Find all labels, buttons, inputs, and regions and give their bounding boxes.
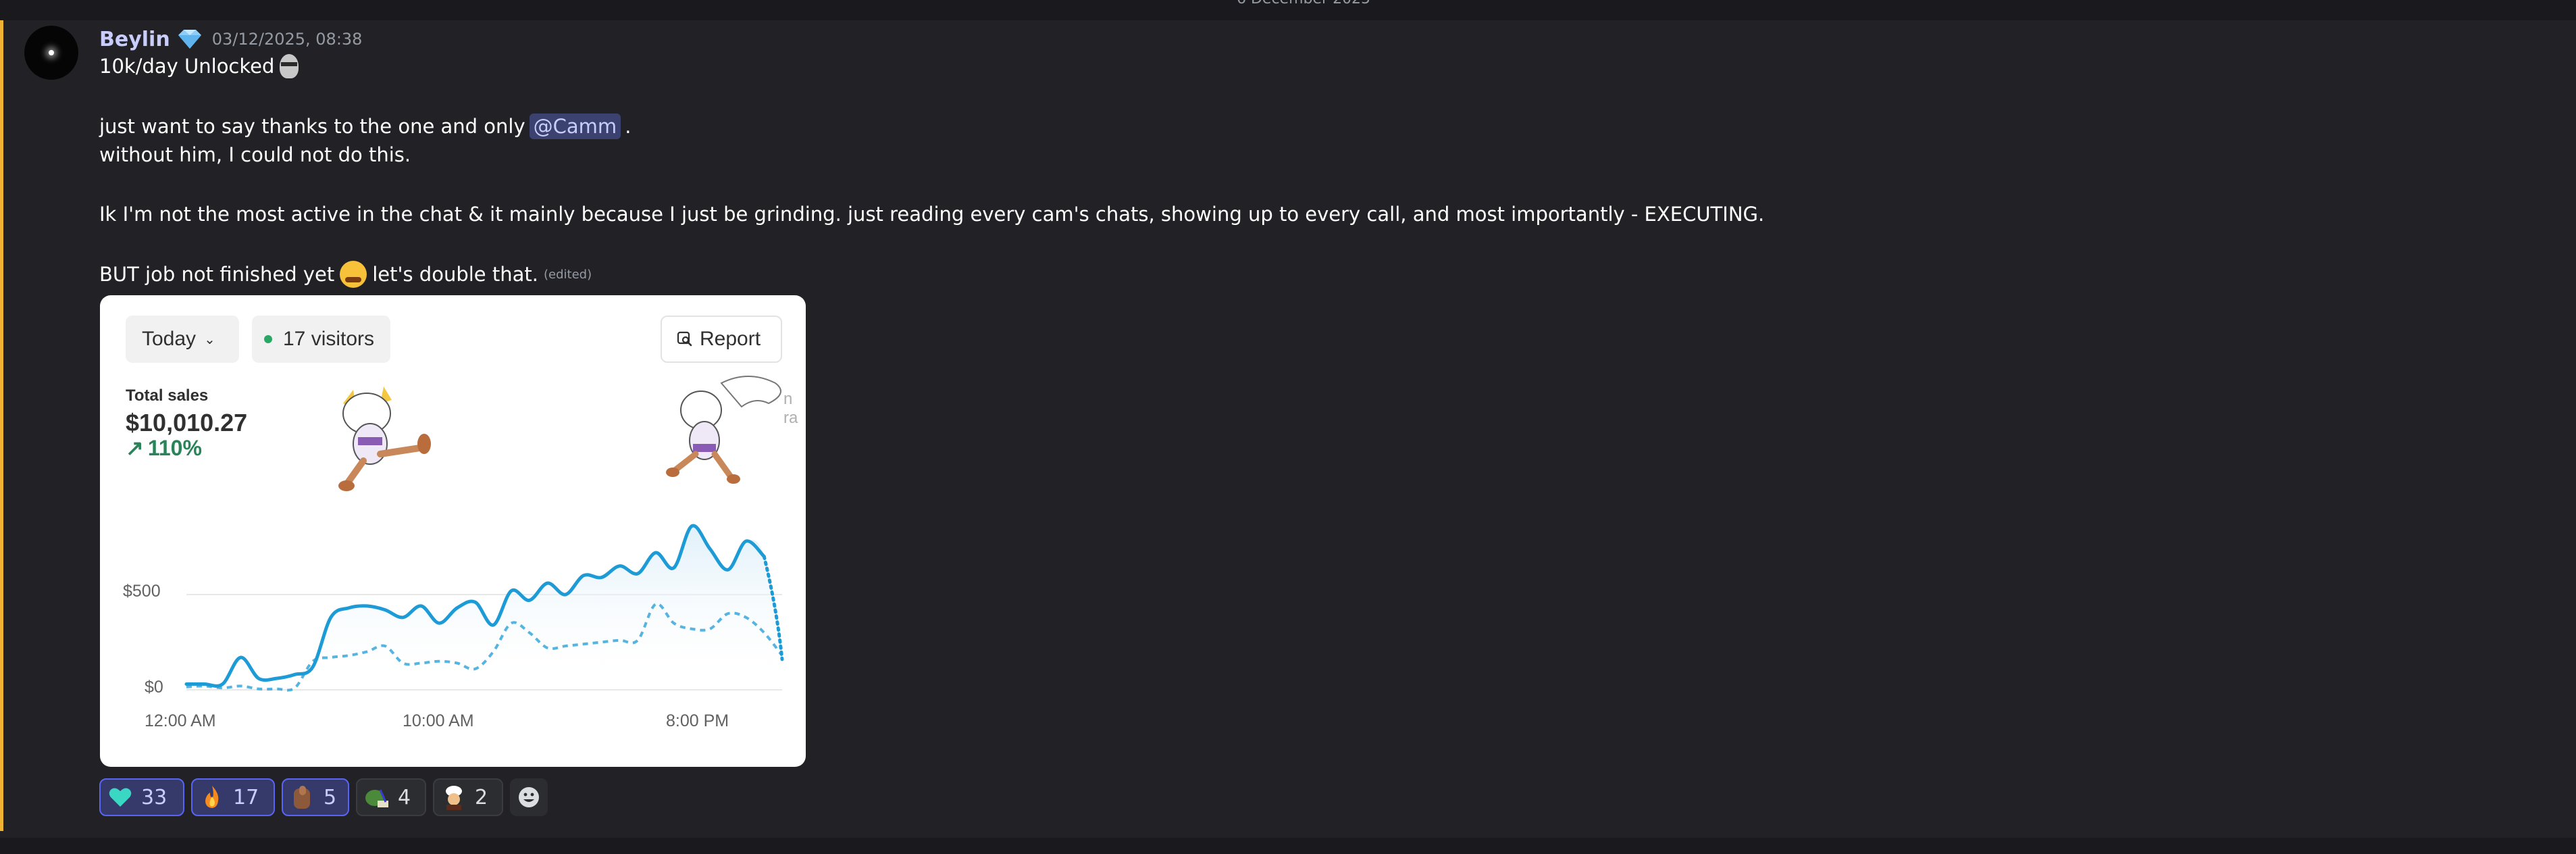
reaction-cyan-heart[interactable]: 33 [99,778,184,816]
date-divider-label: 6 December 2025 [1226,0,1382,7]
reaction-bar: 33 17 5 4 2 [99,778,548,816]
line5-end: let's double that. [372,263,538,286]
reaction-count: 2 [475,785,488,809]
reaction-count: 4 [398,785,411,809]
line2-end: . [625,115,632,138]
avatar[interactable] [24,26,78,80]
message-line-1: 10k/day Unlocked [99,54,304,78]
user-mention[interactable]: @Camm [529,114,621,139]
ninja-emoji-icon[interactable] [280,54,299,78]
line1-text: 10k/day Unlocked [99,55,275,78]
avatar-star-icon [49,50,54,55]
line4-text: Ik I'm not the most active in the chat &… [99,203,1765,226]
message-line-2: just want to say thanks to the one and o… [99,114,631,139]
edited-label: (edited) [543,267,592,282]
date-divider: 6 December 2025 [0,0,2576,8]
reaction-fire[interactable]: 17 [191,778,275,816]
message-header: Beylin 03/12/2025, 08:38 [99,24,362,54]
reaction-count: 17 [233,785,259,809]
line3-text: without him, I could not do this. [99,143,411,166]
pinched-hand-icon [294,786,310,809]
message-line-5: BUT job not finished yet let's double th… [99,261,592,288]
pepe-writing-icon [365,789,388,807]
chart-series-layer [184,524,784,692]
fire-icon [205,786,219,808]
highlight-accent-bar [0,20,3,831]
reaction-count: 5 [324,785,337,809]
chef-emoji-icon [446,786,462,810]
reaction-chef[interactable]: 2 [433,778,503,816]
sales-area-fill [186,525,782,690]
add-reaction-button[interactable] [510,778,548,816]
x-tick-label: 8:00 PM [666,711,729,730]
attached-image[interactable]: Today ⌄ 17 visitors Report Total sales $… [100,295,806,767]
reaction-count: 33 [141,785,168,809]
message-timestamp[interactable]: 03/12/2025, 08:38 [212,30,363,49]
line2-text: just want to say thanks to the one and o… [99,115,525,138]
reaction-pinched-hand[interactable]: 5 [282,778,349,816]
x-tick-label: 12:00 AM [145,711,216,730]
message-line-3: without him, I could not do this. [99,143,411,166]
message-line-4: Ik I'm not the most active in the chat &… [99,203,1764,226]
sales-line-chart [184,524,784,692]
reaction-pepe-writing[interactable]: 4 [356,778,426,816]
diamond-badge-icon[interactable] [176,28,204,51]
face-with-steam-emoji-icon[interactable] [340,261,367,288]
line5-text: BUT job not finished yet [99,263,335,286]
cyan-heart-icon [109,788,132,807]
author-username[interactable]: Beylin [99,28,170,51]
add-reaction-smiley-icon [519,787,539,807]
x-tick-label: 10:00 AM [403,711,474,730]
